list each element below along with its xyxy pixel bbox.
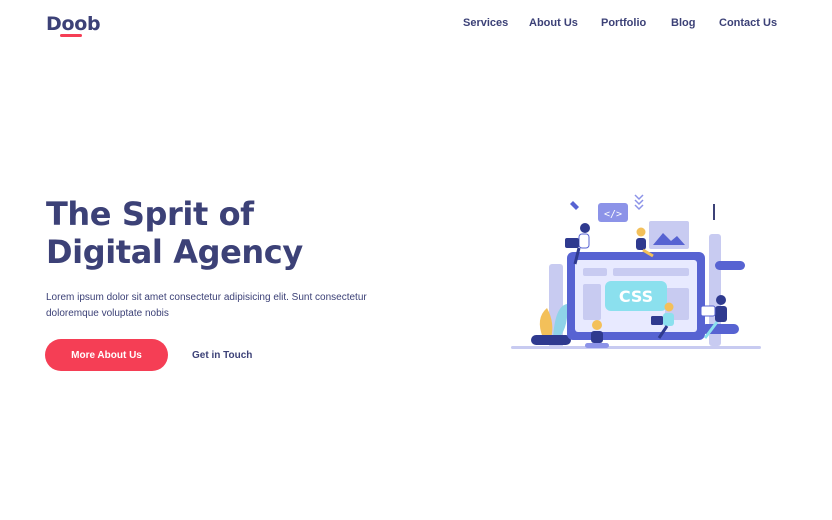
chevron-down-icon	[634, 194, 644, 211]
hero-illustration: CSS </>	[511, 194, 761, 349]
hero-description: Lorem ipsum dolor sit amet consectetur a…	[46, 292, 367, 319]
ground-line	[511, 346, 761, 349]
nav-services[interactable]: Services	[463, 17, 508, 29]
screen-block	[583, 284, 601, 320]
hero-title-line-2: Digital Agency	[46, 233, 303, 271]
more-about-us-button[interactable]: More About Us	[45, 339, 168, 371]
platform	[531, 335, 571, 345]
screen-block	[613, 268, 689, 276]
nav-portfolio[interactable]: Portfolio	[601, 17, 646, 29]
hero-title: The Sprit of Digital Agency	[46, 195, 303, 271]
logo[interactable]: Doob	[46, 13, 101, 35]
css-label: CSS	[619, 287, 653, 306]
hero-title-line-1: The Sprit of	[46, 195, 254, 233]
code-icon: </>	[604, 209, 622, 220]
nav-about-us[interactable]: About Us	[529, 17, 578, 29]
rocket-icon	[570, 201, 579, 210]
right-bar	[715, 261, 745, 270]
nav-blog[interactable]: Blog	[671, 17, 695, 29]
right-platform	[701, 324, 739, 334]
logo-underline	[60, 34, 82, 37]
nav-contact-us[interactable]: Contact Us	[719, 17, 777, 29]
screen-block	[583, 268, 607, 276]
get-in-touch-link[interactable]: Get in Touch	[192, 350, 252, 361]
